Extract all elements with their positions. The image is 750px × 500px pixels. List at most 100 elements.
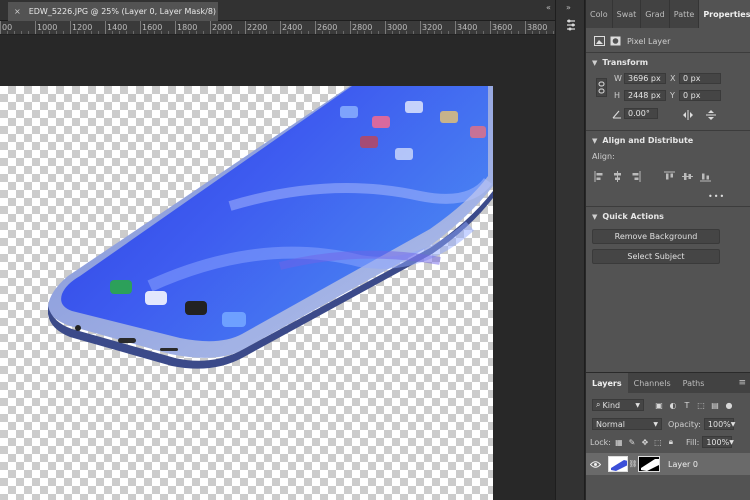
ruler-minor-tick: [434, 31, 435, 34]
collapse-panels-icon[interactable]: «: [546, 3, 551, 12]
layer-mask-thumbnail[interactable]: [638, 456, 660, 472]
ruler-tick: [280, 21, 281, 34]
ruler-minor-tick: [147, 31, 148, 34]
tab-color[interactable]: Colo: [586, 0, 613, 28]
ruler-minor-tick: [203, 31, 204, 34]
filter-smart-object-icon[interactable]: ▤: [710, 400, 720, 410]
ruler-minor-tick: [441, 31, 442, 34]
tab-properties[interactable]: Properties: [699, 0, 750, 28]
filter-toggle-icon[interactable]: ●: [724, 400, 734, 410]
layer-row[interactable]: ⛓ Layer 0: [586, 453, 750, 475]
filter-adjustment-icon[interactable]: ◐: [668, 400, 678, 410]
tab-patterns[interactable]: Patte: [670, 0, 700, 28]
ruler-minor-tick: [413, 31, 414, 34]
blend-row: Normal ▼ Opacity: 100% ▼: [586, 416, 750, 432]
filter-kind-dropdown[interactable]: ⌕ Kind ▼: [592, 399, 644, 411]
layer-thumbnail[interactable]: [608, 456, 628, 472]
x-field[interactable]: 0 px: [679, 73, 721, 84]
filter-shape-icon[interactable]: ⬚: [696, 400, 706, 410]
document-canvas[interactable]: [0, 86, 493, 500]
filter-pixel-icon[interactable]: ▣: [654, 400, 664, 410]
divider: [586, 52, 750, 53]
angle-field[interactable]: 0.00°: [624, 108, 658, 119]
ruler-minor-tick: [56, 31, 57, 34]
ruler-minor-tick: [14, 31, 15, 34]
filter-kind-label: Kind: [602, 400, 621, 410]
quick-actions-header[interactable]: ▼ Quick Actions: [586, 212, 750, 221]
width-label: W: [614, 74, 622, 83]
align-horizontal-centers-icon[interactable]: [612, 171, 623, 182]
blend-mode-dropdown[interactable]: Normal ▼: [592, 418, 662, 430]
align-right-edges-icon[interactable]: [630, 171, 641, 182]
tab-channels[interactable]: Channels: [628, 373, 677, 393]
ruler-minor-tick: [7, 31, 8, 34]
properties-tabs: Colo Swat Grad Patte Properties: [586, 0, 750, 28]
align-bottom-edges-icon[interactable]: [700, 171, 711, 182]
ruler-minor-tick: [126, 31, 127, 34]
mask-link-icon[interactable]: ⛓: [628, 460, 638, 468]
tab-layers[interactable]: Layers: [586, 373, 628, 393]
properties-panel: Colo Swat Grad Patte Properties Pixel La…: [586, 0, 750, 372]
ruler-minor-tick: [532, 31, 533, 34]
select-subject-button[interactable]: Select Subject: [592, 249, 720, 264]
layer-mask-icon[interactable]: [610, 36, 621, 46]
align-vertical-centers-icon[interactable]: [682, 171, 693, 182]
y-field[interactable]: 0 px: [679, 90, 721, 101]
canvas-area[interactable]: [0, 36, 555, 500]
filter-type-icon[interactable]: T: [682, 400, 692, 410]
ruler-minor-tick: [371, 31, 372, 34]
lock-artboard-icon[interactable]: ⬚: [653, 437, 663, 447]
ruler-minor-tick: [119, 31, 120, 34]
ruler-tick-label: 3600: [492, 23, 513, 32]
horizontal-ruler[interactable]: 00 1000 1200 1400 1600 1800 2000 2200 2400 2600 28…: [0, 21, 555, 35]
flip-vertical-icon[interactable]: [706, 109, 716, 121]
lock-position-icon[interactable]: ✥: [640, 437, 650, 447]
ruler-tick-label: 3400: [457, 23, 478, 32]
ruler-tick: [70, 21, 71, 34]
fill-value: 100%: [706, 437, 730, 447]
document-tab[interactable]: × EDW_5226.JPG @ 25% (Layer 0, Layer Mas…: [8, 2, 218, 21]
ruler-minor-tick: [196, 31, 197, 34]
transform-header[interactable]: ▼ Transform: [586, 58, 750, 67]
lock-image-pixels-icon[interactable]: ✎: [627, 437, 637, 447]
ruler-minor-tick: [91, 31, 92, 34]
flip-horizontal-icon[interactable]: [682, 110, 694, 120]
opacity-field[interactable]: 100% ▼: [703, 418, 735, 430]
ruler-minor-tick: [308, 31, 309, 34]
more-options-icon[interactable]: •••: [708, 192, 725, 201]
adjustments-panel-icon[interactable]: [562, 16, 580, 34]
ruler-minor-tick: [343, 31, 344, 34]
width-field[interactable]: 3696 px: [624, 73, 666, 84]
tab-paths[interactable]: Paths: [677, 373, 711, 393]
ruler-minor-tick: [511, 31, 512, 34]
link-dimensions-icon[interactable]: [596, 78, 607, 97]
height-field[interactable]: 2448 px: [624, 90, 666, 101]
close-tab-icon[interactable]: ×: [14, 7, 21, 16]
align-header[interactable]: ▼ Align and Distribute: [586, 136, 750, 145]
align-top-edges-icon[interactable]: [664, 171, 675, 182]
height-label: H: [614, 91, 621, 100]
ruler-minor-tick: [273, 31, 274, 34]
tab-swatches[interactable]: Swat: [613, 0, 642, 28]
lock-all-icon[interactable]: 🔒︎: [666, 437, 676, 447]
lock-label: Lock:: [590, 437, 611, 447]
fill-field[interactable]: 100% ▼: [702, 436, 734, 448]
ruler-minor-tick: [364, 31, 365, 34]
tab-gradients[interactable]: Grad: [641, 0, 670, 28]
visibility-eye-icon[interactable]: [586, 460, 604, 468]
layer-name[interactable]: Layer 0: [668, 460, 698, 469]
remove-background-button[interactable]: Remove Background: [592, 229, 720, 244]
layers-panel-menu-icon[interactable]: ≡: [738, 378, 746, 388]
layers-panel: Layers Channels Paths ≡ ⌕ Kind ▼ ▣ ◐ T ⬚…: [586, 372, 750, 500]
lock-transparent-pixels-icon[interactable]: ▦: [614, 437, 624, 447]
ruler-minor-tick: [427, 31, 428, 34]
ruler-minor-tick: [84, 31, 85, 34]
opacity-value: 100%: [707, 419, 731, 429]
ruler-tick-label: 2400: [282, 23, 303, 32]
ruler-tick: [455, 21, 456, 34]
align-left-edges-icon[interactable]: [594, 171, 605, 182]
ruler-tick-label: 1000: [37, 23, 58, 32]
expand-panels-icon[interactable]: »: [566, 3, 571, 12]
ruler-minor-tick: [287, 31, 288, 34]
quick-actions-title: Quick Actions: [602, 212, 664, 221]
